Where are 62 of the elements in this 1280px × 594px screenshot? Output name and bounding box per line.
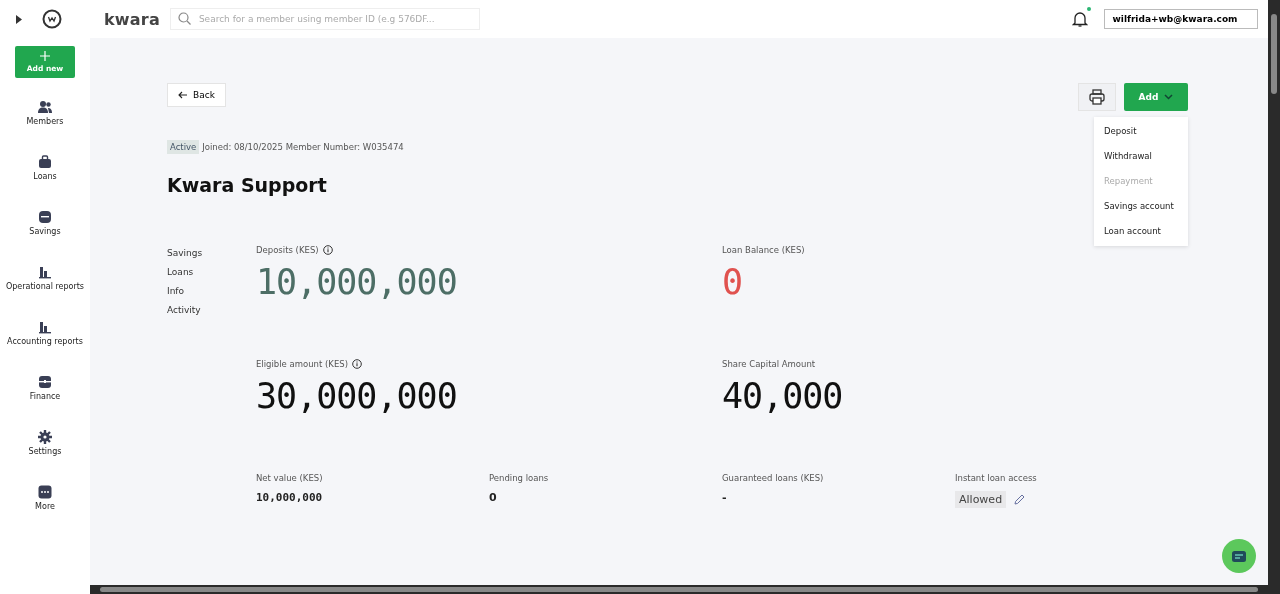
section-link[interactable]: Savings — [167, 248, 203, 262]
access-badge: Allowed — [955, 491, 1007, 508]
menu-item[interactable]: Savings account — [1094, 194, 1188, 219]
section-link[interactable]: Activity — [167, 305, 201, 319]
stat-label: Guaranteed loans (KES) — [722, 473, 824, 483]
print-button[interactable] — [1078, 83, 1116, 111]
brand-logo: kwara — [104, 9, 160, 29]
back-button[interactable]: Back — [167, 83, 226, 107]
sidebar-item[interactable]: Finance — [5, 375, 85, 430]
sidebar-item[interactable]: Settings — [5, 430, 85, 485]
stat-label: Deposits (KES) — [256, 245, 319, 255]
sidebar-icon — [38, 100, 52, 114]
sidebar-item[interactable]: More — [5, 485, 85, 540]
menu-item[interactable]: Deposit — [1094, 119, 1188, 144]
stat-label: Pending loans — [489, 473, 549, 483]
stat-value: 10,000,000 — [256, 491, 323, 504]
sidebar-item[interactable]: Members — [5, 100, 85, 155]
stat-value: 30,000,000 — [256, 376, 458, 416]
search-field[interactable]: Search for a member using member ID (e.g 576DF... — [169, 8, 480, 30]
stat-label: Eligible amount (KES) — [256, 359, 348, 369]
member-details: Joined: 08/10/2025 Member Number: W035474 — [202, 142, 404, 152]
plus-icon — [40, 51, 50, 61]
info-icon[interactable] — [322, 245, 333, 255]
section-link[interactable]: Info — [167, 286, 185, 300]
sidebar-item[interactable]: Accounting reports — [5, 320, 85, 375]
sidebar-item[interactable]: Operational reports — [5, 265, 85, 320]
sidebar-item[interactable]: Loans — [5, 155, 85, 210]
menu-item[interactable]: Loan account — [1094, 219, 1188, 244]
chevron-down-icon — [1164, 94, 1174, 100]
sidebar-icon — [38, 155, 52, 169]
horizontal-scrollbar[interactable] — [90, 585, 1268, 594]
sidebar-icon — [38, 485, 52, 499]
stat-value: 0 — [722, 262, 744, 302]
vertical-scrollbar[interactable] — [1268, 0, 1280, 594]
sidebar-icon — [38, 210, 52, 224]
sidebar-icon — [38, 265, 52, 279]
user-menu-button[interactable]: wilfrida+wb@kwara.com — [1104, 9, 1258, 29]
chat-icon — [1232, 550, 1246, 562]
stat-label: Instant loan access — [955, 473, 1037, 483]
bell-icon[interactable] — [1072, 10, 1088, 28]
info-icon[interactable] — [352, 359, 362, 369]
sidebar-icon — [38, 375, 52, 389]
stat-value: 40,000 — [722, 376, 844, 416]
expand-icon[interactable] — [16, 14, 22, 24]
logo-icon — [42, 9, 62, 29]
member-name: Kwara Support — [167, 174, 327, 196]
stat-label: Net value (KES) — [256, 473, 323, 483]
sidebar-icon — [38, 320, 52, 334]
sidebar-item[interactable]: Savings — [5, 210, 85, 265]
arrow-left-icon — [178, 91, 187, 99]
chat-button[interactable] — [1222, 539, 1256, 573]
printer-icon — [1089, 89, 1105, 105]
sidebar-icon — [38, 430, 52, 444]
stat-value: - — [722, 491, 727, 504]
menu-item[interactable]: Withdrawal — [1094, 144, 1188, 169]
stat-label: Loan Balance (KES) — [722, 245, 805, 255]
stat-value: 10,000,000 — [256, 262, 458, 302]
status-badge: Active — [167, 140, 200, 154]
stat-label: Share Capital Amount — [722, 359, 816, 369]
stat-value: 0 — [489, 491, 497, 504]
section-link[interactable]: Loans — [167, 267, 194, 281]
pencil-icon[interactable] — [1014, 494, 1026, 505]
